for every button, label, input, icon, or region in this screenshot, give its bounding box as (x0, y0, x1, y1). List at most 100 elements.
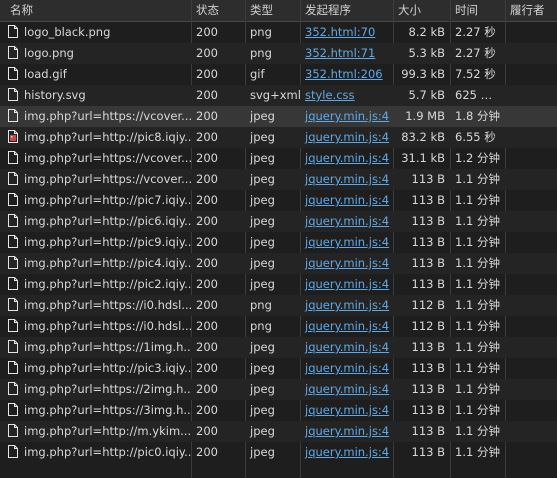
request-name-cell[interactable]: img.php?url=https://3img.h... (5, 400, 191, 421)
table-row[interactable]: img.php?url=http://pic2.iqiy... 200 jpeg jq… (0, 274, 557, 295)
table-row[interactable]: img.php?url=https://1img.h... 200 jpeg jque… (0, 337, 557, 358)
table-row[interactable]: img.php?url=https://i0.hdsl... 200 png jque… (0, 295, 557, 316)
initiator-link[interactable]: jquery.min.js:4 (305, 445, 389, 459)
table-row[interactable]: img.php?url=https://vcover... 200 jpeg jque… (0, 106, 557, 127)
table-row[interactable]: img.php?url=https://vcover... 200 jpeg jque… (0, 148, 557, 169)
initiator-link[interactable]: jquery.min.js:4 (305, 382, 389, 396)
initiator-link[interactable]: jquery.min.js:4 (305, 172, 389, 186)
type-cell: jpeg (250, 235, 275, 249)
request-name-cell[interactable]: img.php?url=http://pic6.iqiy... (5, 211, 191, 232)
document-icon (8, 424, 18, 437)
initiator-link[interactable]: jquery.min.js:4 (305, 361, 389, 375)
table-row[interactable]: img.php?url=http://pic0.iqiy... 200 jpeg jq… (0, 442, 557, 463)
initiator-link[interactable]: 352.html:70 (305, 25, 375, 39)
document-icon (8, 172, 18, 185)
request-name-cell[interactable]: logo.png (5, 43, 191, 64)
status-cell: 200 (196, 151, 218, 165)
table-row[interactable]: img.php?url=http://pic6.iqiy... 200 jpeg jq… (0, 211, 557, 232)
column-header-waterfall[interactable]: 履行者 (505, 0, 557, 21)
request-name-cell[interactable]: img.php?url=http://pic9.iqiy... (5, 232, 191, 253)
request-name-cell[interactable]: img.php?url=http://pic3.iqiy... (5, 358, 191, 379)
request-name-cell[interactable]: img.php?url=http://pic7.iqiy... (5, 190, 191, 211)
initiator-link[interactable]: jquery.min.js:4 (305, 340, 389, 354)
table-row[interactable]: img.php?url=http://pic3.iqiy... 200 jpeg jq… (0, 358, 557, 379)
initiator-cell: jquery.min.js:4 (300, 106, 393, 127)
table-row[interactable]: img.php?url=http://pic4.iqiy... 200 jpeg jq… (0, 253, 557, 274)
document-icon (8, 382, 18, 395)
initiator-link[interactable]: jquery.min.js:4 (305, 277, 389, 291)
table-row[interactable]: img.php?url=http://m.ykim... 200 jpeg jquer… (0, 421, 557, 442)
initiator-link[interactable]: jquery.min.js:4 (305, 109, 389, 123)
table-row[interactable]: logo.png 200 png 352.html:71 5.3 kB 2.27 秒 (0, 43, 557, 64)
status-cell: 200 (196, 403, 218, 417)
initiator-link[interactable]: jquery.min.js:4 (305, 151, 389, 165)
request-name-cell[interactable]: logo_black.png (5, 22, 191, 43)
request-name-cell[interactable]: img.php?url=http://pic2.iqiy... (5, 274, 191, 295)
column-header-name[interactable]: 名称 (5, 0, 191, 21)
initiator-link[interactable]: jquery.min.js:4 (305, 130, 389, 144)
request-name-cell[interactable]: img.php?url=https://i0.hdsl... (5, 295, 191, 316)
request-name-cell[interactable]: img.php?url=https://1img.h... (5, 337, 191, 358)
table-row[interactable]: img.php?url=http://pic9.iqiy... 200 jpeg jq… (0, 232, 557, 253)
table-row[interactable]: img.php?url=http://pic7.iqiy... 200 jpeg jq… (0, 190, 557, 211)
request-name-cell[interactable]: load.gif (5, 64, 191, 85)
initiator-link[interactable]: jquery.min.js:4 (305, 193, 389, 207)
initiator-link[interactable]: jquery.min.js:4 (305, 403, 389, 417)
size-cell: 8.2 kB (408, 25, 446, 39)
request-name: img.php?url=https://1img.h... (24, 340, 191, 354)
column-header-type[interactable]: 类型 (245, 0, 300, 21)
table-row[interactable]: load.gif 200 gif 352.html:206 99.3 kB 7.52 秒 (0, 64, 557, 85)
document-icon (8, 151, 18, 164)
request-name-cell[interactable]: img.php?url=https://vcover... (5, 148, 191, 169)
initiator-link[interactable]: jquery.min.js:4 (305, 424, 389, 438)
table-row[interactable]: img.php?url=https://2img.h... 200 jpeg jque… (0, 379, 557, 400)
initiator-link[interactable]: jquery.min.js:4 (305, 298, 389, 312)
request-name: img.php?url=http://pic8.iqiy... (24, 130, 191, 144)
type-cell: png (250, 298, 272, 312)
initiator-link[interactable]: style.css (305, 88, 355, 102)
column-header-status[interactable]: 状态 (191, 0, 245, 21)
initiator-link[interactable]: jquery.min.js:4 (305, 319, 389, 333)
time-cell: 6.55 秒 (455, 130, 496, 144)
request-name: img.php?url=https://3img.h... (24, 403, 191, 417)
document-icon (8, 361, 18, 374)
time-cell: 1.1 分钟 (455, 235, 500, 249)
column-header-size[interactable]: 大小 (393, 0, 450, 21)
type-cell: png (250, 319, 272, 333)
table-row[interactable]: history.svg 200 svg+xml style.css 5.7 kB 625 … (0, 85, 557, 106)
size-cell: 31.1 kB (401, 151, 445, 165)
request-name-cell[interactable]: img.php?url=http://m.ykim... (5, 421, 191, 442)
initiator-link[interactable]: jquery.min.js:4 (305, 214, 389, 228)
table-row[interactable]: img.php?url=https://i0.hdsl... 200 png jque… (0, 316, 557, 337)
request-name: img.php?url=https://vcover... (24, 151, 191, 165)
request-name-cell[interactable]: img.php?url=http://pic8.iqiy... (5, 127, 191, 148)
table-row[interactable]: img.php?url=http://pic8.iqiy... 200 jpeg jq… (0, 127, 557, 148)
table-row[interactable]: img.php?url=https://vcover... 200 jpeg jque… (0, 169, 557, 190)
status-cell: 200 (196, 361, 218, 375)
status-cell: 200 (196, 172, 218, 186)
initiator-link[interactable]: 352.html:71 (305, 46, 375, 60)
request-name-cell[interactable]: img.php?url=http://pic0.iqiy... (5, 442, 191, 463)
request-name: img.php?url=http://pic2.iqiy... (24, 277, 191, 291)
request-name-cell[interactable]: img.php?url=https://vcover... (5, 169, 191, 190)
request-name-cell[interactable]: img.php?url=http://pic4.iqiy... (5, 253, 191, 274)
request-name-cell[interactable]: img.php?url=https://i0.hdsl... (5, 316, 191, 337)
request-name: logo.png (24, 46, 74, 60)
initiator-link[interactable]: jquery.min.js:4 (305, 235, 389, 249)
table-row[interactable]: img.php?url=https://3img.h... 200 jpeg jque… (0, 400, 557, 421)
request-name-cell[interactable]: history.svg (5, 85, 191, 106)
type-cell: jpeg (250, 151, 275, 165)
initiator-link[interactable]: jquery.min.js:4 (305, 256, 389, 270)
document-icon (8, 403, 18, 416)
request-name-cell[interactable]: img.php?url=https://vcover... (5, 106, 191, 127)
status-cell: 200 (196, 88, 218, 102)
request-name: img.php?url=http://pic9.iqiy... (24, 235, 191, 249)
initiator-link[interactable]: 352.html:206 (305, 67, 383, 81)
column-header-time[interactable]: 时间 (450, 0, 505, 21)
request-name: img.php?url=https://i0.hdsl... (24, 298, 191, 312)
table-row[interactable]: logo_black.png 200 png 352.html:70 8.2 kB 2.2… (0, 22, 557, 43)
request-name-cell[interactable]: img.php?url=https://2img.h... (5, 379, 191, 400)
type-cell: jpeg (250, 403, 275, 417)
request-name: history.svg (24, 88, 86, 102)
column-header-initiator[interactable]: 发起程序 (300, 0, 393, 21)
